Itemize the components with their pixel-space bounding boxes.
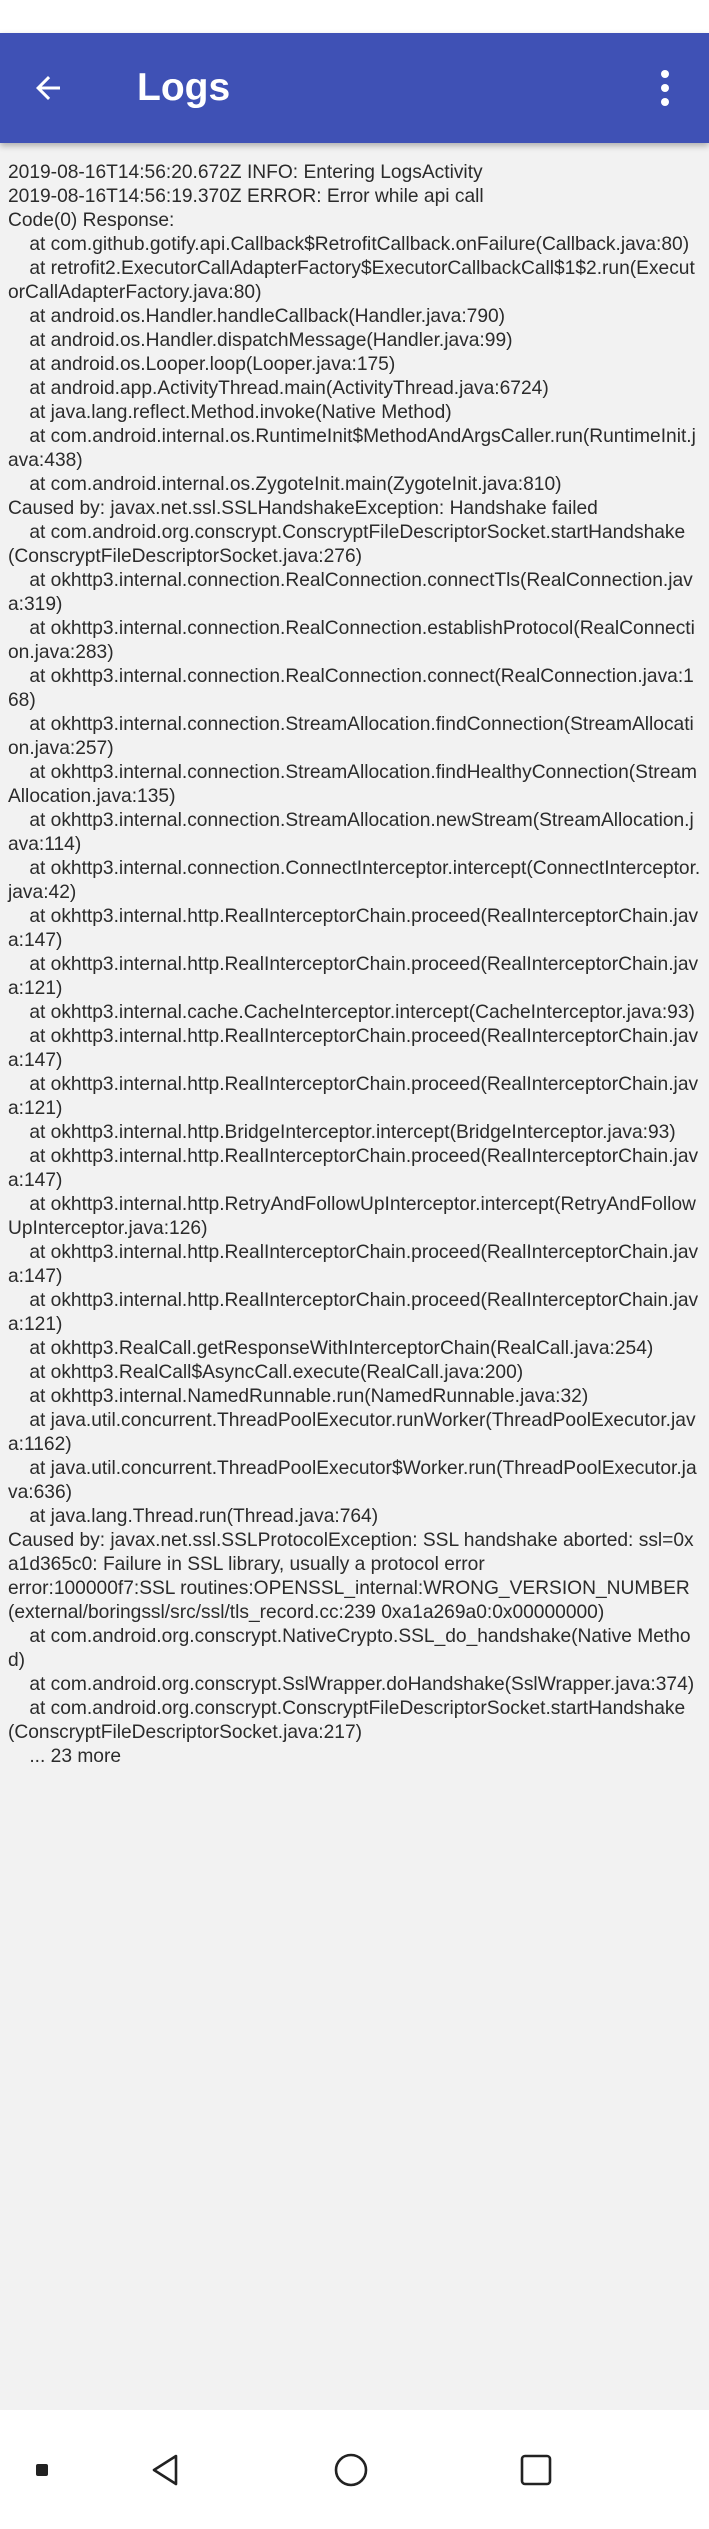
page-title: Logs bbox=[137, 66, 231, 109]
log-line: at okhttp3.internal.http.RealInterceptor… bbox=[8, 1074, 699, 1119]
log-line: at okhttp3.RealCall$AsyncCall.execute(Re… bbox=[8, 1362, 524, 1383]
log-line: 2019-08-16T14:56:19.370Z ERROR: Error wh… bbox=[8, 186, 484, 207]
menu-button[interactable] bbox=[4, 2432, 80, 2508]
log-line: at android.os.Looper.loop(Looper.java:17… bbox=[8, 354, 396, 375]
log-line: at okhttp3.internal.http.RealInterceptor… bbox=[8, 1146, 699, 1191]
log-line: at okhttp3.internal.http.RealInterceptor… bbox=[8, 906, 699, 951]
log-line: at okhttp3.internal.http.RealInterceptor… bbox=[8, 1242, 699, 1287]
log-line: at android.app.ActivityThread.main(Activ… bbox=[8, 378, 549, 399]
log-line: at java.util.concurrent.ThreadPoolExecut… bbox=[8, 1410, 696, 1455]
log-line: Caused by: javax.net.ssl.SSLProtocolExce… bbox=[8, 1530, 694, 1575]
log-line: at okhttp3.internal.connection.StreamAll… bbox=[8, 810, 694, 855]
log-line: at com.android.org.conscrypt.SslWrapper.… bbox=[8, 1674, 695, 1695]
log-line: at okhttp3.internal.connection.ConnectIn… bbox=[8, 858, 701, 903]
nav-home-icon bbox=[334, 2453, 368, 2487]
log-line: at com.android.org.conscrypt.NativeCrypt… bbox=[8, 1626, 691, 1671]
arrow-back-icon bbox=[36, 76, 60, 100]
log-line: Code(0) Response: bbox=[8, 210, 175, 231]
overflow-menu-button[interactable] bbox=[641, 56, 689, 120]
log-line: at okhttp3.internal.http.BridgeIntercept… bbox=[8, 1122, 676, 1143]
log-line: at okhttp3.internal.connection.RealConne… bbox=[8, 666, 694, 711]
status-bar bbox=[0, 0, 709, 33]
nav-back-button[interactable] bbox=[128, 2432, 204, 2508]
more-vert-icon bbox=[661, 70, 669, 106]
back-button[interactable] bbox=[16, 56, 80, 120]
log-line: 2019-08-16T14:56:20.672Z INFO: Entering … bbox=[8, 162, 483, 183]
log-line: at android.os.Handler.dispatchMessage(Ha… bbox=[8, 330, 513, 351]
log-line: at com.android.internal.os.ZygoteInit.ma… bbox=[8, 474, 562, 495]
log-line: at retrofit2.ExecutorCallAdapterFactory$… bbox=[8, 258, 695, 303]
nav-back-icon bbox=[152, 2454, 178, 2486]
log-line: at okhttp3.RealCall.getResponseWithInter… bbox=[8, 1338, 654, 1359]
log-line: at okhttp3.internal.cache.CacheIntercept… bbox=[8, 1002, 695, 1023]
log-line: at okhttp3.internal.connection.RealConne… bbox=[8, 618, 695, 663]
log-line: at java.lang.reflect.Method.invoke(Nativ… bbox=[8, 402, 452, 423]
log-line: at java.util.concurrent.ThreadPoolExecut… bbox=[8, 1458, 697, 1503]
log-line: at okhttp3.internal.http.RealInterceptor… bbox=[8, 954, 699, 999]
log-line: at okhttp3.internal.http.RealInterceptor… bbox=[8, 1290, 699, 1335]
app-bar: Logs bbox=[0, 33, 709, 143]
log-text: 2019-08-16T14:56:20.672Z INFO: Entering … bbox=[8, 161, 701, 1769]
menu-square-icon bbox=[36, 2464, 48, 2476]
log-line: at okhttp3.internal.http.RealInterceptor… bbox=[8, 1026, 699, 1071]
log-line: at okhttp3.internal.connection.StreamAll… bbox=[8, 762, 698, 807]
log-line: Caused by: javax.net.ssl.SSLHandshakeExc… bbox=[8, 498, 598, 519]
log-line: error:100000f7:SSL routines:OPENSSL_inte… bbox=[8, 1578, 696, 1623]
log-line: at com.android.org.conscrypt.ConscryptFi… bbox=[8, 522, 686, 567]
nav-recents-icon bbox=[520, 2454, 552, 2486]
log-line: at com.android.org.conscrypt.ConscryptFi… bbox=[8, 1698, 686, 1743]
log-line: at com.android.internal.os.RuntimeInit$M… bbox=[8, 426, 696, 471]
log-line: at okhttp3.internal.connection.RealConne… bbox=[8, 570, 693, 615]
log-line: at okhttp3.internal.connection.StreamAll… bbox=[8, 714, 694, 759]
log-line: ... 23 more bbox=[8, 1746, 122, 1767]
nav-recents-button[interactable] bbox=[498, 2432, 574, 2508]
log-line: at okhttp3.internal.http.RetryAndFollowU… bbox=[8, 1194, 696, 1239]
log-line: at android.os.Handler.handleCallback(Han… bbox=[8, 306, 506, 327]
nav-home-button[interactable] bbox=[313, 2432, 389, 2508]
system-nav-bar bbox=[0, 2410, 709, 2529]
log-line: at okhttp3.internal.NamedRunnable.run(Na… bbox=[8, 1386, 589, 1407]
log-line: at java.lang.Thread.run(Thread.java:764) bbox=[8, 1506, 379, 1527]
log-line: at com.github.gotify.api.Callback$Retrof… bbox=[8, 234, 690, 255]
